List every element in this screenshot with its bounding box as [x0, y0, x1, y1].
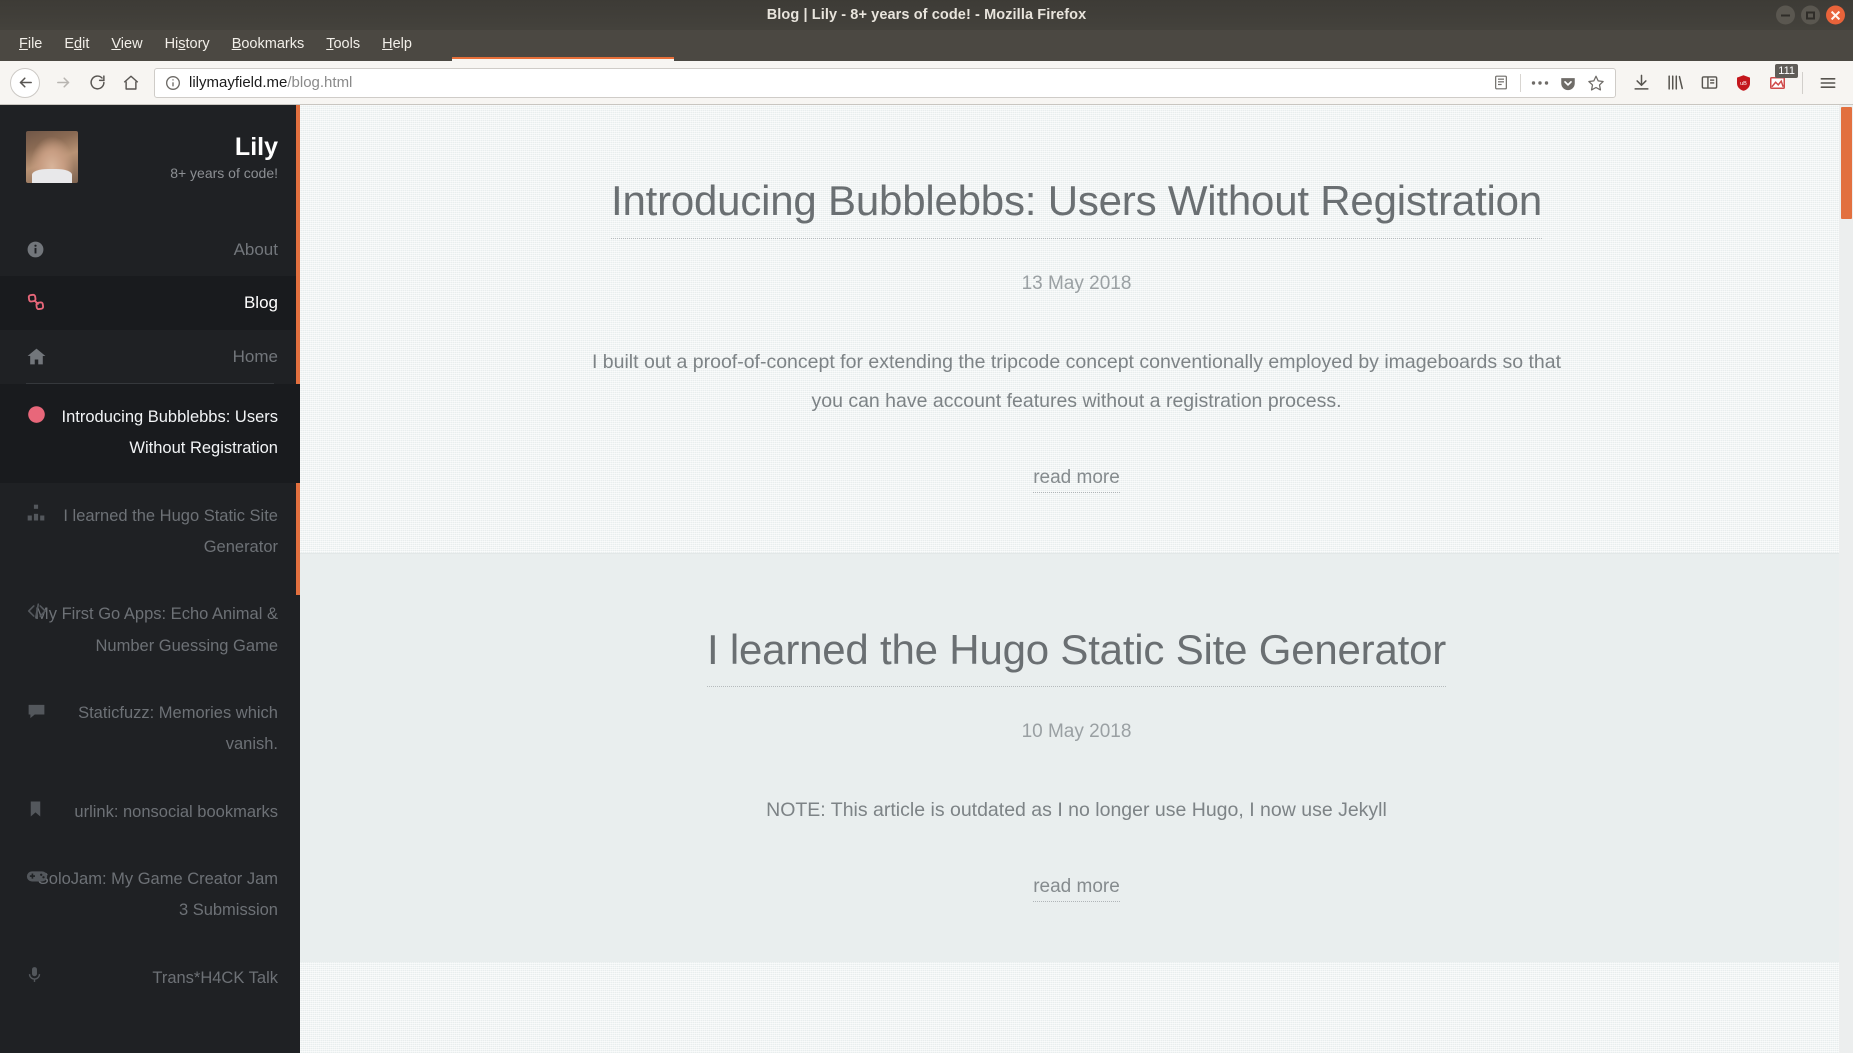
library-icon[interactable]	[1660, 68, 1690, 98]
minimize-button[interactable]	[1776, 5, 1795, 25]
sidebar-post-solojam[interactable]: SoloJam: My Game Creator Jam 3 Submissio…	[0, 846, 300, 945]
sidebar-post-label: SoloJam: My Game Creator Jam 3 Submissio…	[37, 870, 278, 920]
forward-icon[interactable]	[46, 66, 80, 100]
gamepad-icon	[26, 865, 48, 887]
addon-icon[interactable]: 111	[1762, 63, 1798, 98]
reader-view-icon[interactable]	[1488, 70, 1514, 96]
article-date: 10 May 2018	[1021, 721, 1132, 742]
article-title[interactable]: Introducing Bubblebbs: Users Without Reg…	[610, 175, 1542, 239]
comment-icon	[26, 699, 48, 721]
url-input[interactable]: lilymayfield.me/blog.html	[189, 74, 1488, 91]
article-card: I learned the Hugo Static Site Generator…	[300, 552, 1853, 962]
sidebar-post-transhack[interactable]: Trans*H4CK Talk	[0, 945, 300, 1012]
browser-toolbar: lilymayfield.me/blog.html uB 111	[0, 61, 1853, 105]
window-titlebar: Blog | Lily - 8+ years of code! - Mozill…	[0, 0, 1853, 30]
sidebar-item-home[interactable]: Home	[0, 330, 300, 383]
sidebar-post-label: Trans*H4CK Talk	[152, 968, 278, 987]
site-info-icon[interactable]	[163, 73, 183, 93]
house-icon	[26, 346, 48, 367]
ellipsis-icon[interactable]	[1527, 70, 1553, 96]
sidebar-item-label: About	[233, 239, 278, 259]
article-excerpt: NOTE: This article is outdated as I no l…	[766, 799, 1387, 821]
menu-tools[interactable]: Tools	[315, 33, 371, 55]
maximize-button[interactable]	[1801, 5, 1820, 25]
toolbar-icons: uB 111	[1626, 63, 1843, 98]
sidebar-post-list: Introducing Bubblebbs: Users Without Reg…	[0, 384, 300, 1012]
back-icon[interactable]	[10, 67, 40, 98]
home-icon[interactable]	[114, 66, 148, 100]
close-button[interactable]	[1826, 5, 1845, 25]
microphone-icon	[26, 964, 48, 986]
reload-icon[interactable]	[80, 66, 114, 100]
sidebar-post-go-apps[interactable]: My First Go Apps: Echo Animal & Number G…	[0, 581, 300, 680]
article-date: 13 May 2018	[1021, 272, 1132, 294]
avatar	[26, 131, 78, 183]
sidebar-post-label: Staticfuzz: Memories which vanish.	[78, 704, 278, 754]
sidebar-post-label: I learned the Hugo Static Site Generator	[63, 506, 278, 557]
sidebar-post-bubblebbs[interactable]: Introducing Bubblebbs: Users Without Reg…	[0, 384, 300, 483]
sidebar-post-hugo[interactable]: I learned the Hugo Static Site Generator	[0, 483, 300, 582]
ublock-shield-icon[interactable]: uB	[1728, 68, 1758, 98]
sidebar-item-label: Blog	[243, 293, 278, 312]
download-icon[interactable]	[1626, 68, 1656, 98]
url-host: lilymayfield.me	[189, 74, 288, 91]
window-title: Blog | Lily - 8+ years of code! - Mozill…	[766, 7, 1087, 23]
sidebar-post-label: My First Go Apps: Echo Animal & Number G…	[34, 605, 278, 655]
link-chain-icon	[26, 292, 48, 314]
sidebar-post-staticfuzz[interactable]: Staticfuzz: Memories which vanish.	[0, 680, 300, 779]
profile-tagline: 8+ years of code!	[170, 165, 278, 182]
divider	[1520, 73, 1521, 92]
page-viewport: Lily 8+ years of code! About Blog Home I…	[0, 105, 1853, 1053]
main-content: Introducing Bubblebbs: Users Without Reg…	[300, 105, 1853, 1053]
hamburger-menu-icon[interactable]	[1813, 68, 1843, 98]
star-icon[interactable]	[1583, 70, 1609, 96]
pocket-icon[interactable]	[1555, 70, 1581, 96]
vertical-scrollbar[interactable]	[1839, 105, 1853, 1053]
window-controls	[1776, 5, 1845, 25]
sidebar-nav: About Blog Home	[0, 223, 300, 383]
read-more-link[interactable]: read more	[1033, 876, 1120, 902]
url-path: /blog.html	[287, 74, 353, 91]
article-card: Introducing Bubblebbs: Users Without Reg…	[300, 105, 1853, 553]
sidebar-icon[interactable]	[1694, 68, 1724, 98]
menu-edit[interactable]: Edit	[53, 33, 100, 55]
divider	[1802, 71, 1803, 94]
sidebar-post-label: urlink: nonsocial bookmarks	[74, 802, 278, 821]
addon-badge: 111	[1775, 63, 1798, 78]
menu-file[interactable]: File	[8, 33, 53, 55]
address-bar[interactable]: lilymayfield.me/blog.html	[154, 67, 1616, 98]
read-more-link[interactable]: read more	[1033, 467, 1120, 493]
code-icon	[26, 600, 48, 622]
bubble-icon	[26, 403, 48, 425]
profile-name: Lily	[234, 132, 278, 161]
sitemap-icon	[26, 502, 48, 524]
sidebar-item-label: Home	[232, 346, 278, 366]
menu-bar: File Edit View History Bookmarks Tools H…	[0, 30, 1853, 57]
url-action-icons	[1488, 70, 1609, 96]
sidebar-post-label: Introducing Bubblebbs: Users Without Reg…	[61, 408, 278, 458]
sidebar-item-about[interactable]: About	[0, 223, 300, 276]
article-excerpt: I built out a proof-of-concept for exten…	[591, 350, 1562, 412]
menu-history[interactable]: History	[154, 33, 221, 55]
sidebar-post-urlink[interactable]: urlink: nonsocial bookmarks	[0, 779, 300, 846]
sidebar-item-blog[interactable]: Blog	[0, 276, 300, 330]
svg-text:uB: uB	[1740, 81, 1747, 87]
menu-help[interactable]: Help	[371, 33, 423, 55]
article-title[interactable]: I learned the Hugo Static Site Generator	[706, 624, 1446, 687]
site-sidebar: Lily 8+ years of code! About Blog Home I…	[0, 105, 300, 1053]
scrollbar-thumb[interactable]	[1841, 107, 1852, 219]
menu-view[interactable]: View	[100, 33, 153, 55]
bookmark-icon	[26, 798, 48, 820]
profile-header: Lily 8+ years of code!	[0, 105, 300, 201]
info-icon	[26, 240, 48, 259]
menu-bookmarks[interactable]: Bookmarks	[221, 33, 316, 55]
